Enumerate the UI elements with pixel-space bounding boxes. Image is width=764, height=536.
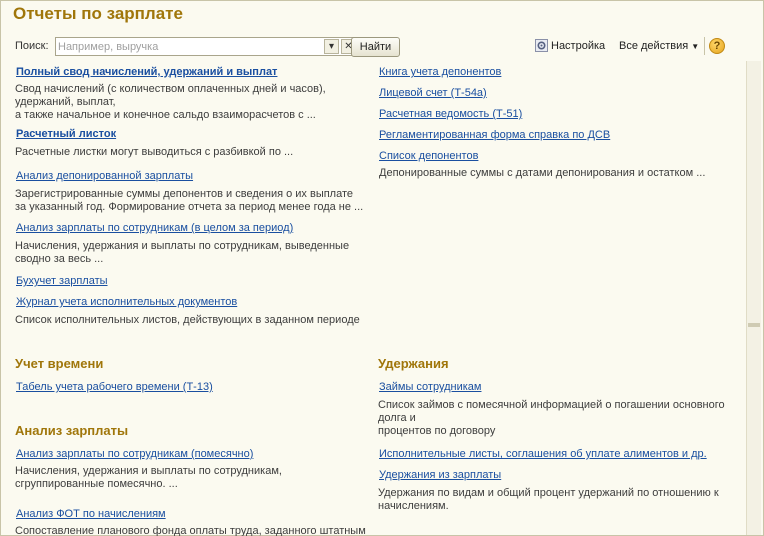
desc-line: процентов по договору bbox=[378, 425, 496, 437]
report-desc: Список исполнительных листов, действующи… bbox=[15, 314, 360, 327]
report-item: Бухучет зарплаты bbox=[16, 275, 108, 287]
desc-line: Список исполнительных листов, действующи… bbox=[15, 314, 360, 326]
desc-line: Сопоставление планового фонда оплаты тру… bbox=[15, 525, 366, 536]
desc-line: сводно за весь ... bbox=[15, 253, 104, 265]
desc-line: Зарегистрированные суммы депонентов и св… bbox=[15, 188, 354, 200]
report-item: Анализ ФОТ по начислениям bbox=[16, 508, 166, 520]
report-item: Журнал учета исполнительных документов bbox=[16, 296, 237, 308]
find-button[interactable]: Найти bbox=[351, 37, 400, 57]
report-link-full-summary[interactable]: Полный свод начислений, удержаний и выпл… bbox=[16, 66, 277, 78]
report-link-payroll-sheet[interactable]: Расчетная ведомость (Т-51) bbox=[379, 108, 522, 120]
report-desc: Зарегистрированные суммы депонентов и св… bbox=[15, 188, 363, 214]
search-label: Поиск: bbox=[15, 40, 49, 52]
report-item: Анализ депонированной зарплаты bbox=[16, 170, 193, 182]
toolbar-divider bbox=[704, 37, 705, 55]
report-desc: Удержания по видам и общий процент удерж… bbox=[378, 487, 719, 513]
report-desc: Свод начислений (с количеством оплаченны… bbox=[15, 83, 326, 122]
desc-line: за указанный год. Формирование отчета за… bbox=[15, 201, 364, 213]
report-link-depositor-book[interactable]: Книга учета депонентов bbox=[379, 66, 501, 78]
triangle-down-icon: ▾ bbox=[328, 41, 335, 52]
desc-line: Свод начислений (с количеством оплаченны… bbox=[15, 83, 326, 95]
report-link-timesheet[interactable]: Табель учета рабочего времени (Т-13) bbox=[16, 381, 213, 393]
desc-line: сгруппированные помесячно. ... bbox=[15, 478, 178, 490]
report-item: Анализ зарплаты по сотрудникам (помесячн… bbox=[16, 448, 253, 460]
all-actions-label: Все действия bbox=[619, 40, 689, 52]
report-link-payroll-deductions[interactable]: Удержания из зарплаты bbox=[379, 469, 501, 481]
report-desc: Список займов с помесячной информацией о… bbox=[378, 399, 725, 438]
all-actions-menu[interactable]: Все действия ▼ bbox=[619, 40, 699, 52]
report-link-writs-alimony[interactable]: Исполнительные листы, соглашения об упла… bbox=[379, 448, 707, 460]
search-dropdown-button[interactable]: ▾ bbox=[324, 39, 339, 54]
desc-line: долга и bbox=[378, 412, 416, 424]
search-input[interactable] bbox=[58, 39, 313, 54]
section-heading-time: Учет времени bbox=[15, 356, 104, 371]
report-desc: Начисления, удержания и выплаты по сотру… bbox=[15, 465, 282, 491]
report-item: Расчетный листок bbox=[16, 128, 116, 140]
report-link-fot-analysis[interactable]: Анализ ФОТ по начислениям bbox=[16, 508, 166, 520]
section-heading-analysis: Анализ зарплаты bbox=[15, 423, 129, 438]
toolbar: Поиск: ▾ ✕ Найти Настройка Все действия▼… bbox=[15, 37, 755, 59]
desc-line: Депонированные суммы с датами депонирова… bbox=[379, 167, 706, 179]
settings-label: Настройка bbox=[551, 39, 606, 52]
report-link-employee-analysis-total[interactable]: Анализ зарплаты по сотрудникам (в целом … bbox=[16, 222, 293, 234]
settings-button[interactable]: Настройка bbox=[535, 39, 605, 52]
reports-window: Отчеты по зарплате Поиск: ▾ ✕ Найти Наст… bbox=[0, 0, 764, 536]
report-desc: Сопоставление планового фонда оплаты тру… bbox=[15, 525, 366, 536]
report-link-payslip[interactable]: Расчетный листок bbox=[16, 128, 116, 140]
page-title: Отчеты по зарплате bbox=[13, 4, 183, 23]
report-link-employee-loans[interactable]: Займы сотрудникам bbox=[379, 381, 481, 393]
desc-line: Начисления, удержания и выплаты по сотру… bbox=[15, 240, 350, 252]
report-item: Займы сотрудникам bbox=[379, 381, 481, 393]
desc-line: Расчетные листки могут выводиться с разб… bbox=[15, 146, 294, 158]
report-desc: Начисления, удержания и выплаты по сотру… bbox=[15, 240, 349, 266]
desc-line: начислениям. bbox=[378, 500, 449, 512]
desc-line: Начисления, удержания и выплаты по сотру… bbox=[15, 465, 282, 477]
vertical-scrollbar[interactable] bbox=[746, 61, 761, 535]
desc-line: Удержания по видам и общий процент удерж… bbox=[378, 487, 719, 499]
desc-line: удержаний, выплат, bbox=[15, 96, 116, 108]
search-box[interactable]: ▾ ✕ bbox=[55, 37, 356, 56]
gear-icon bbox=[535, 39, 548, 52]
report-link-writs-journal[interactable]: Журнал учета исполнительных документов bbox=[16, 296, 237, 308]
report-item: Табель учета рабочего времени (Т-13) bbox=[16, 381, 213, 393]
report-link-employee-analysis-monthly[interactable]: Анализ зарплаты по сотрудникам (помесячн… bbox=[16, 448, 253, 460]
scrollbar-grip[interactable] bbox=[748, 323, 760, 327]
question-icon: ? bbox=[713, 40, 721, 52]
report-desc: Расчетные листки могут выводиться с разб… bbox=[15, 146, 293, 159]
report-item: Список депонентов bbox=[379, 150, 478, 162]
report-item: Лицевой счет (Т-54а) bbox=[379, 87, 487, 99]
desc-line: Список займов с помесячной информацией о… bbox=[378, 399, 725, 411]
report-link-depositors-list[interactable]: Список депонентов bbox=[379, 150, 478, 162]
report-link-personal-account[interactable]: Лицевой счет (Т-54а) bbox=[379, 87, 487, 99]
section-heading-deductions: Удержания bbox=[378, 356, 449, 371]
report-item: Полный свод начислений, удержаний и выпл… bbox=[16, 66, 277, 78]
report-item: Книга учета депонентов bbox=[379, 66, 501, 78]
report-link-dsv-form[interactable]: Регламентированная форма справка по ДСВ bbox=[379, 129, 610, 141]
report-item: Исполнительные листы, соглашения об упла… bbox=[379, 448, 707, 460]
report-link-payroll-accounting[interactable]: Бухучет зарплаты bbox=[16, 275, 108, 287]
help-button[interactable]: ? bbox=[709, 38, 725, 54]
report-item: Удержания из зарплаты bbox=[379, 469, 501, 481]
report-item: Регламентированная форма справка по ДСВ bbox=[379, 129, 610, 141]
report-link-deposited-analysis[interactable]: Анализ депонированной зарплаты bbox=[16, 170, 193, 182]
report-item: Анализ зарплаты по сотрудникам (в целом … bbox=[16, 222, 293, 234]
desc-line: а также начальное и конечное сальдо взаи… bbox=[15, 109, 316, 121]
report-item: Расчетная ведомость (Т-51) bbox=[379, 108, 522, 120]
report-desc: Депонированные суммы с датами депонирова… bbox=[379, 167, 705, 180]
caret-down-icon: ▼ bbox=[691, 42, 700, 51]
